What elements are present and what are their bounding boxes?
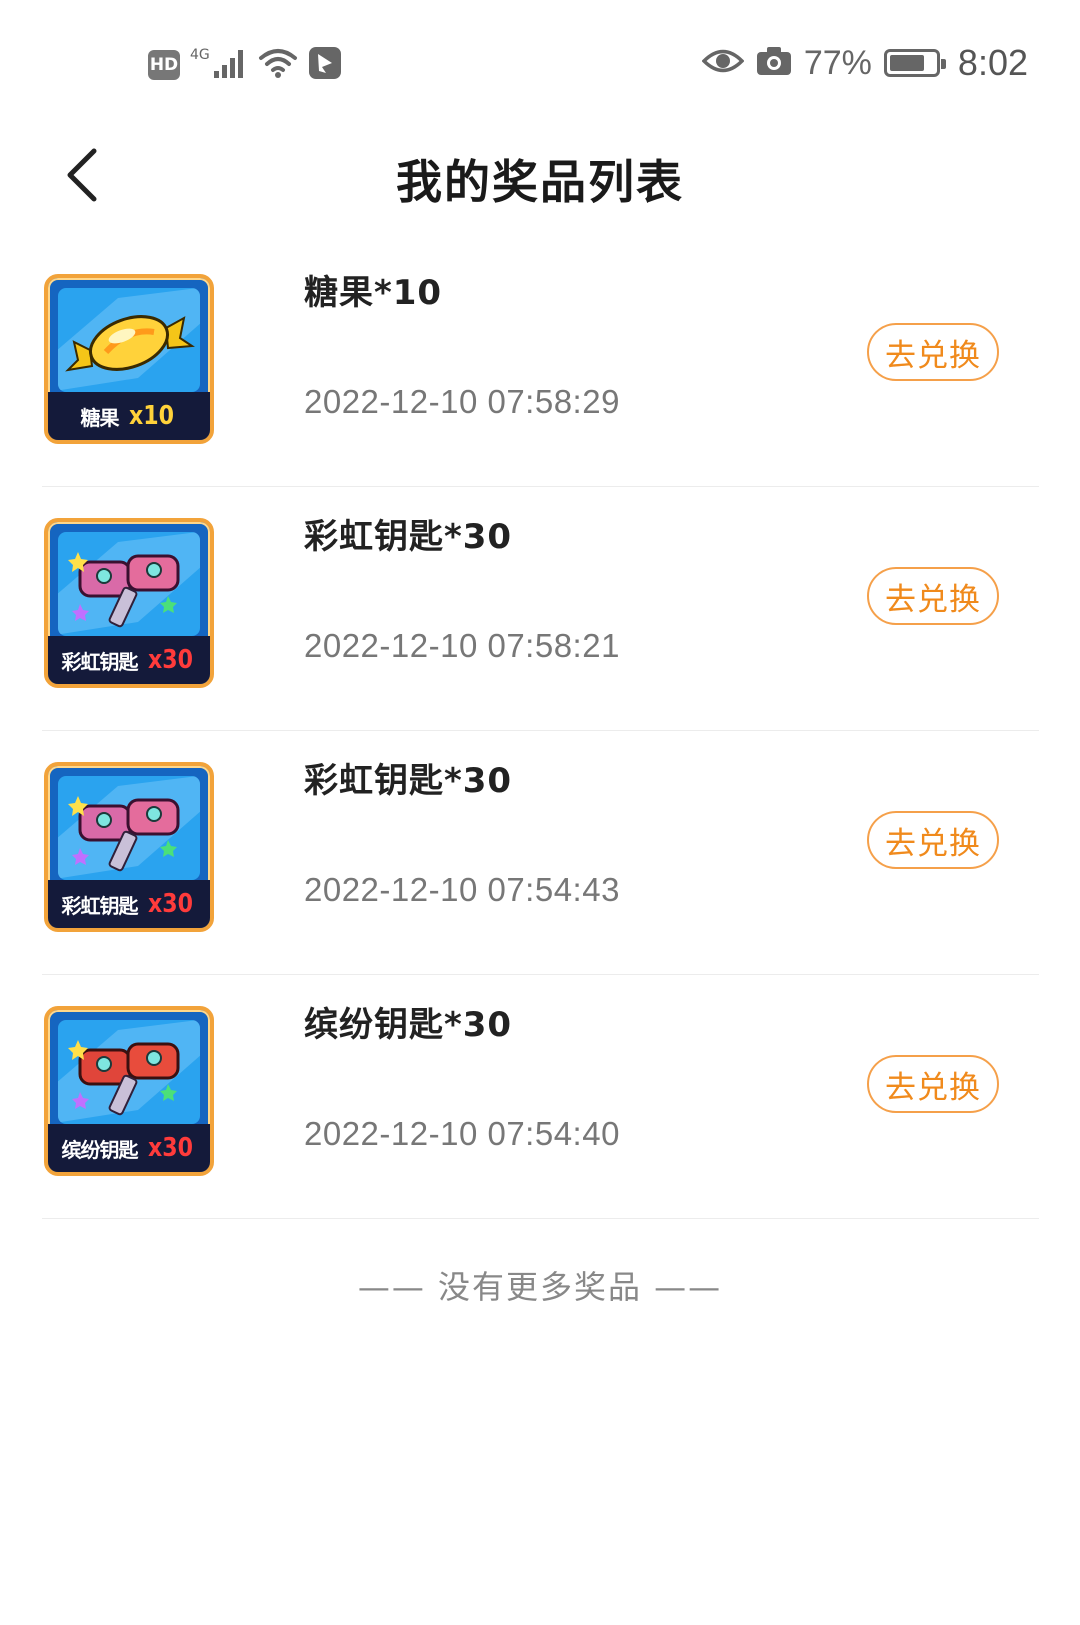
prize-name: 彩虹钥匙*30 <box>304 517 513 557</box>
prize-thumb-label: 彩虹钥匙 x30 <box>48 636 210 684</box>
status-bar: HD 4G 77% 8:02 <box>0 0 1080 140</box>
prize-item: 彩虹钥匙 x30 彩虹钥匙*30 2022-12-10 07:58:21 去兑换 <box>42 487 1039 731</box>
camera-icon <box>756 46 792 80</box>
prize-name: 糖果*10 <box>304 273 443 313</box>
status-bar-left: HD 4G <box>148 46 342 84</box>
battery-level <box>889 55 924 71</box>
prize-thumb-qty: x10 <box>128 401 174 431</box>
redeem-button[interactable]: 去兑换 <box>867 811 999 869</box>
no-more-prizes-text: —— 没有更多奖品 —— <box>357 1268 723 1306</box>
prize-thumb-qty: x30 <box>147 1133 193 1163</box>
battery-percent: 77% <box>803 43 872 82</box>
prize-thumb-name: 彩虹钥匙 <box>61 649 139 674</box>
prize-thumbnail: 彩虹钥匙 x30 <box>44 762 214 932</box>
prize-thumb-label: 缤纷钥匙 x30 <box>48 1124 210 1172</box>
prize-item: 缤纷钥匙 x30 缤纷钥匙*30 2022-12-10 07:54:40 去兑换 <box>42 975 1039 1219</box>
prize-art <box>58 776 200 880</box>
prize-thumbnail: 糖果 x10 <box>44 274 214 444</box>
header: 我的奖品列表 <box>0 130 1080 230</box>
redeem-button[interactable]: 去兑换 <box>867 1055 999 1113</box>
prize-thumb-label: 糖果 x10 <box>48 392 210 440</box>
app-notification-icon <box>308 46 342 84</box>
prize-time: 2022-12-10 07:58:21 <box>304 627 620 664</box>
page-title: 我的奖品列表 <box>396 155 684 209</box>
wifi-icon <box>258 47 298 83</box>
hd-badge: HD <box>148 50 180 80</box>
prize-item: 糖果 x10 糖果*10 2022-12-10 07:58:29 去兑换 <box>42 243 1039 487</box>
prize-list: 糖果 x10 糖果*10 2022-12-10 07:58:29 去兑换 彩虹钥… <box>42 243 1039 1219</box>
prize-thumbnail: 缤纷钥匙 x30 <box>44 1006 214 1176</box>
prize-thumb-name: 缤纷钥匙 <box>61 1137 139 1162</box>
colorful-key-icon <box>58 1020 200 1123</box>
prize-time: 2022-12-10 07:58:29 <box>304 383 620 420</box>
prize-time: 2022-12-10 07:54:43 <box>304 871 620 908</box>
redeem-button[interactable]: 去兑换 <box>867 323 999 381</box>
prize-thumb-qty: x30 <box>147 645 193 675</box>
prize-thumb-name: 糖果 <box>80 405 120 430</box>
network-type: 4G <box>190 47 210 63</box>
clock: 8:02 <box>957 42 1028 83</box>
prize-item: 彩虹钥匙 x30 彩虹钥匙*30 2022-12-10 07:54:43 去兑换 <box>42 731 1039 975</box>
signal-icon <box>212 47 248 83</box>
prize-art <box>58 1020 200 1124</box>
prize-name: 彩虹钥匙*30 <box>304 761 513 801</box>
prize-time: 2022-12-10 07:54:40 <box>304 1115 620 1152</box>
prize-art <box>58 288 200 392</box>
battery-icon <box>883 49 946 77</box>
status-bar-right: 77% 8:02 <box>701 42 1028 84</box>
eye-icon <box>701 46 745 80</box>
prize-name: 缤纷钥匙*30 <box>304 1005 513 1045</box>
candy-icon <box>58 288 200 391</box>
prize-thumb-qty: x30 <box>147 889 193 919</box>
prize-thumb-name: 彩虹钥匙 <box>61 893 139 918</box>
prize-art <box>58 532 200 636</box>
rainbow-key-icon <box>58 776 200 879</box>
prize-thumbnail: 彩虹钥匙 x30 <box>44 518 214 688</box>
redeem-button[interactable]: 去兑换 <box>867 567 999 625</box>
rainbow-key-icon <box>58 532 200 635</box>
prize-thumb-label: 彩虹钥匙 x30 <box>48 880 210 928</box>
